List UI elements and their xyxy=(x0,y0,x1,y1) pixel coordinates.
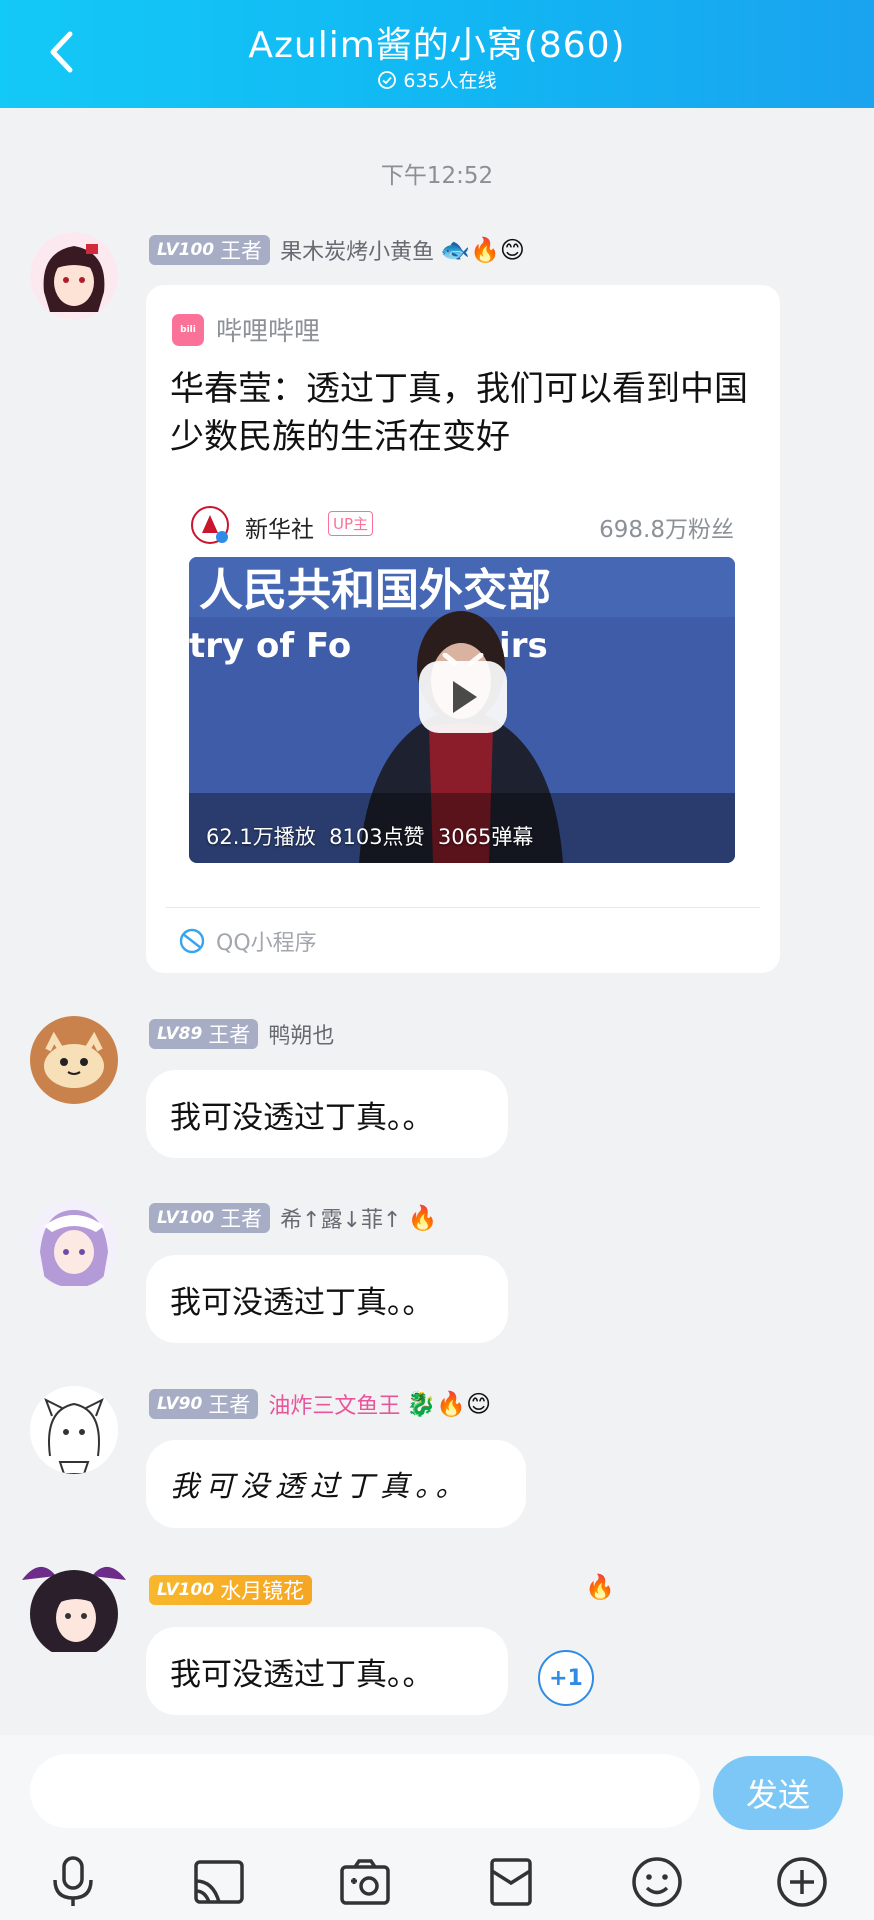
video-stats: 62.1万播放 8103点赞 3065弹幕 xyxy=(206,825,534,849)
plus-icon xyxy=(777,1857,827,1907)
video-thumbnail[interactable]: 人民共和国外交部 try of Fo Affairs 62.1万播放 8103点… xyxy=(189,557,735,863)
message-meta: LV90 王者 油炸三文鱼王 🐉🔥😊 xyxy=(149,1388,491,1420)
badge-emojis: 🔥 xyxy=(585,1573,615,1601)
message-meta: LV100 王者 果木炭烤小黄鱼 🐟🔥😊 xyxy=(149,234,525,266)
avatar[interactable] xyxy=(30,1016,118,1104)
message-bubble[interactable]: 我可没透过丁真。。 xyxy=(146,1440,526,1528)
online-count-label: 635人在线 xyxy=(403,70,497,92)
video-banner-cn: 人民共和国外交部 xyxy=(199,565,551,616)
card-title: 华春莹：透过丁真，我们可以看到中国少数民族的生活在变好 xyxy=(170,369,748,457)
level-badge: LV90 王者 xyxy=(149,1389,259,1419)
chat-header: Azulim酱的小窝(860) 635人在线 xyxy=(0,0,874,108)
message-input[interactable] xyxy=(30,1754,700,1828)
bilibili-icon: bili xyxy=(172,313,204,346)
emoji-button[interactable] xyxy=(628,1853,686,1911)
avatar[interactable] xyxy=(22,1566,126,1658)
plus-one-button[interactable]: +1 xyxy=(538,1650,594,1706)
uploader-name[interactable]: 新华社 xyxy=(245,510,314,544)
card-source-label: 哔哩哔哩 xyxy=(216,317,321,347)
xinhua-logo-icon xyxy=(191,506,229,544)
level-badge: LV89 王者 xyxy=(149,1019,259,1049)
group-title[interactable]: Azulim酱的小窝(860) xyxy=(0,16,874,68)
more-button[interactable] xyxy=(773,1853,831,1911)
screen-share-button[interactable] xyxy=(190,1853,248,1911)
message-meta: LV100 王者 希↑露↓菲↑ 🔥 xyxy=(149,1202,437,1234)
sender-name[interactable]: 油炸三文鱼王 xyxy=(268,1388,400,1420)
avatar[interactable] xyxy=(30,1200,118,1288)
message-meta: LV100 水月镜花 xyxy=(149,1574,313,1606)
sender-name[interactable]: 果木炭烤小黄鱼 xyxy=(280,234,434,266)
check-circle-icon xyxy=(378,70,397,89)
avatar[interactable] xyxy=(30,1386,118,1474)
level-badge: LV100 水月镜花 xyxy=(149,1575,313,1605)
message-bubble[interactable]: 我可没透过丁真。。 xyxy=(146,1627,508,1715)
send-button[interactable]: 发送 xyxy=(713,1756,843,1830)
message-timestamp: 下午12:52 xyxy=(380,163,494,189)
card-footer: QQ小程序 xyxy=(178,925,317,957)
message-bubble[interactable]: 我可没透过丁真。。 xyxy=(146,1070,508,1158)
card-footer-label: QQ小程序 xyxy=(216,931,317,956)
cast-icon xyxy=(194,1860,244,1904)
camera-icon xyxy=(340,1859,390,1905)
message-meta: LV89 王者 鸭朔也 xyxy=(149,1018,334,1050)
card-source: bili 哔哩哔哩 xyxy=(172,311,320,348)
badge-emojis: 🔥 xyxy=(407,1204,438,1232)
card-divider xyxy=(166,907,760,908)
badge-emojis: 🐟🔥😊 xyxy=(440,236,525,264)
photo-button[interactable] xyxy=(336,1853,394,1911)
up-tag: UP主 xyxy=(328,511,374,536)
mini-program-icon xyxy=(179,928,205,954)
sender-name[interactable]: 希↑露↓菲↑ xyxy=(280,1202,401,1234)
sender-name[interactable]: 鸭朔也 xyxy=(268,1018,334,1050)
red-packet-icon xyxy=(490,1858,532,1906)
message-bubble[interactable]: 我可没透过丁真。。 xyxy=(146,1255,508,1343)
mic-icon xyxy=(53,1856,93,1906)
red-packet-button[interactable] xyxy=(482,1853,540,1911)
badge-emojis: 🐉🔥😊 xyxy=(406,1390,492,1418)
level-badge: LV100 王者 xyxy=(149,1203,271,1233)
level-badge: LV100 王者 xyxy=(149,235,271,265)
input-bar: 发送 xyxy=(0,1735,874,1920)
fans-count: 698.8万粉丝 xyxy=(599,517,734,543)
input-toolbar xyxy=(0,1847,874,1917)
emoji-icon xyxy=(632,1857,682,1907)
online-count: 635人在线 xyxy=(0,66,874,93)
play-button-icon[interactable] xyxy=(415,653,511,737)
voice-button[interactable] xyxy=(44,1853,102,1911)
avatar[interactable] xyxy=(30,232,118,320)
